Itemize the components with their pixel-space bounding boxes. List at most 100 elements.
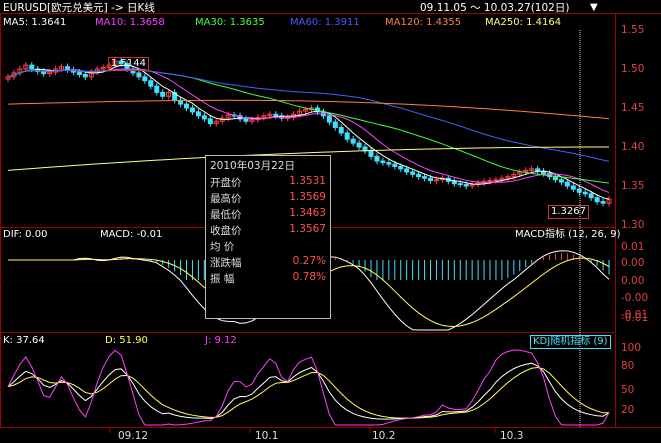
price-axis-label: 1.40 — [621, 141, 645, 153]
range-cursor-icon[interactable]: ▼ — [590, 2, 598, 14]
price-axis-label: 1.50 — [621, 63, 645, 75]
popup-row-value: 1.3569 — [289, 191, 326, 203]
macd-axis-label: 0.01 — [621, 241, 645, 253]
candle-body — [487, 180, 493, 183]
candle-info-popup: 2010年03月22日 开盘价 1.3531 最高价 1.3569 最低价 1.3463 收… — [205, 155, 331, 319]
candle-body — [380, 160, 386, 164]
macd-indicator-title[interactable]: MACD指标 (12, 26, 9) — [515, 229, 620, 241]
low-price-marker: 1.3267 — [548, 205, 589, 219]
candle-body — [368, 150, 374, 157]
candle-body — [136, 72, 142, 78]
price-axis-label: 1.30 — [621, 219, 645, 231]
macd-value-label: MACD: -0.01 — [100, 229, 163, 240]
candle-body — [184, 103, 190, 109]
kdj-d-line — [7, 366, 610, 419]
candle-body — [457, 183, 463, 186]
candle-body — [326, 115, 332, 123]
candle-body — [564, 181, 570, 187]
candle-body — [427, 177, 433, 182]
candle-body — [374, 155, 380, 162]
kdj-axis-label: 50 — [621, 384, 635, 396]
ma-legend-item: MA30: 1.3635 — [195, 17, 265, 28]
kdj-axis-label: 20 — [621, 404, 635, 416]
popup-row-label: 最低价 — [210, 209, 242, 221]
ma-legend-item: MA120: 1.4355 — [385, 17, 462, 28]
candle-body — [273, 113, 279, 117]
candle-body — [410, 171, 416, 175]
candle-body — [154, 85, 160, 93]
popup-row-value: 1.3567 — [289, 223, 326, 235]
popup-row-label: 开盘价 — [210, 177, 242, 189]
price-axis-label: 1.35 — [621, 180, 645, 192]
candle-body — [201, 115, 207, 120]
candle-body — [463, 183, 469, 187]
candle-body — [422, 176, 428, 179]
popup-row-label: 最高价 — [210, 193, 242, 205]
kdj-axis-label: 100 — [621, 342, 642, 354]
candle-body — [350, 138, 356, 144]
candle-body — [64, 66, 70, 71]
macd-axis-label: -0.01 — [621, 312, 649, 324]
candle-body — [41, 70, 47, 75]
candle-body — [600, 201, 606, 204]
popup-row: 最高价 1.3569 — [210, 191, 326, 206]
kdj-j-label: J: 9.12 — [205, 335, 237, 346]
time-axis-label: 09.12 — [118, 430, 149, 442]
candle-body — [148, 80, 154, 87]
candle-body — [451, 180, 457, 185]
price-axis-label: 1.55 — [621, 24, 645, 36]
popup-row: 收盘价 1.3567 — [210, 223, 326, 238]
macd-axis-label: 0.00 — [621, 275, 645, 287]
date-range: 09.11.05 ～ 10.03.27(102日) — [420, 2, 570, 14]
candle-body — [189, 107, 195, 113]
popup-row-label: 均 价 — [210, 241, 235, 253]
price-axis-label: 1.45 — [621, 102, 645, 114]
popup-row: 涨跌幅 0.27% — [210, 255, 326, 270]
ma-legend-item: MA5: 1.3641 — [3, 17, 67, 28]
candle-body — [356, 142, 362, 148]
candle-body — [344, 132, 350, 140]
candle-body — [29, 64, 35, 70]
candle-body — [552, 176, 558, 181]
symbol-title: EURUSD[欧元兑美元] -> 日K线 — [3, 2, 155, 14]
popup-row: 最低价 1.3463 — [210, 207, 326, 222]
popup-row-value: 1.3531 — [289, 175, 326, 187]
macd-axis-label: 0.00 — [621, 257, 645, 269]
candle-body — [404, 168, 410, 173]
time-axis-label: 10.2 — [372, 430, 396, 442]
candle-body — [416, 173, 422, 178]
popup-row-value: 0.78% — [292, 271, 326, 283]
popup-row-label: 收盘价 — [210, 225, 242, 237]
ma-legend-item: MA250: 1.4164 — [485, 17, 562, 28]
ma-legend-item: MA10: 1.3658 — [95, 17, 165, 28]
macd-axis-label: -0.00 — [621, 292, 649, 304]
candle-body — [493, 179, 499, 182]
ma120-line — [7, 99, 610, 120]
candle-body — [594, 197, 600, 203]
high-price-marker: 1.5144 — [108, 57, 149, 71]
candle-body — [76, 71, 82, 75]
kdj-panel-frame — [0, 332, 616, 428]
time-axis-label: 10.1 — [255, 430, 279, 442]
candle-body — [243, 118, 249, 122]
candle-body — [570, 185, 576, 190]
popup-row-value: 1.3463 — [289, 207, 326, 219]
candle-body — [582, 191, 588, 195]
candle-body — [338, 127, 344, 134]
candle-body — [82, 73, 88, 78]
candle-body — [207, 118, 213, 125]
time-axis-label: 10.3 — [500, 430, 524, 442]
candle-body — [398, 166, 404, 170]
candle-body — [386, 162, 392, 165]
candle-body — [433, 179, 439, 182]
popup-row: 均 价 — [210, 239, 326, 254]
ma-legend-item: MA60: 1.3911 — [290, 17, 360, 28]
candle-body — [588, 193, 594, 199]
macd-dif-label: DIF: 0.00 — [3, 229, 48, 240]
kdj-axis-label: 80 — [621, 360, 635, 372]
candle-body — [558, 179, 564, 183]
kdj-indicator-title[interactable]: KDJ随机指标 (9) — [530, 335, 611, 349]
popup-date: 2010年03月22日 — [210, 160, 295, 172]
kdj-d-label: D: 51.90 — [105, 335, 148, 346]
candle-body — [195, 111, 201, 117]
